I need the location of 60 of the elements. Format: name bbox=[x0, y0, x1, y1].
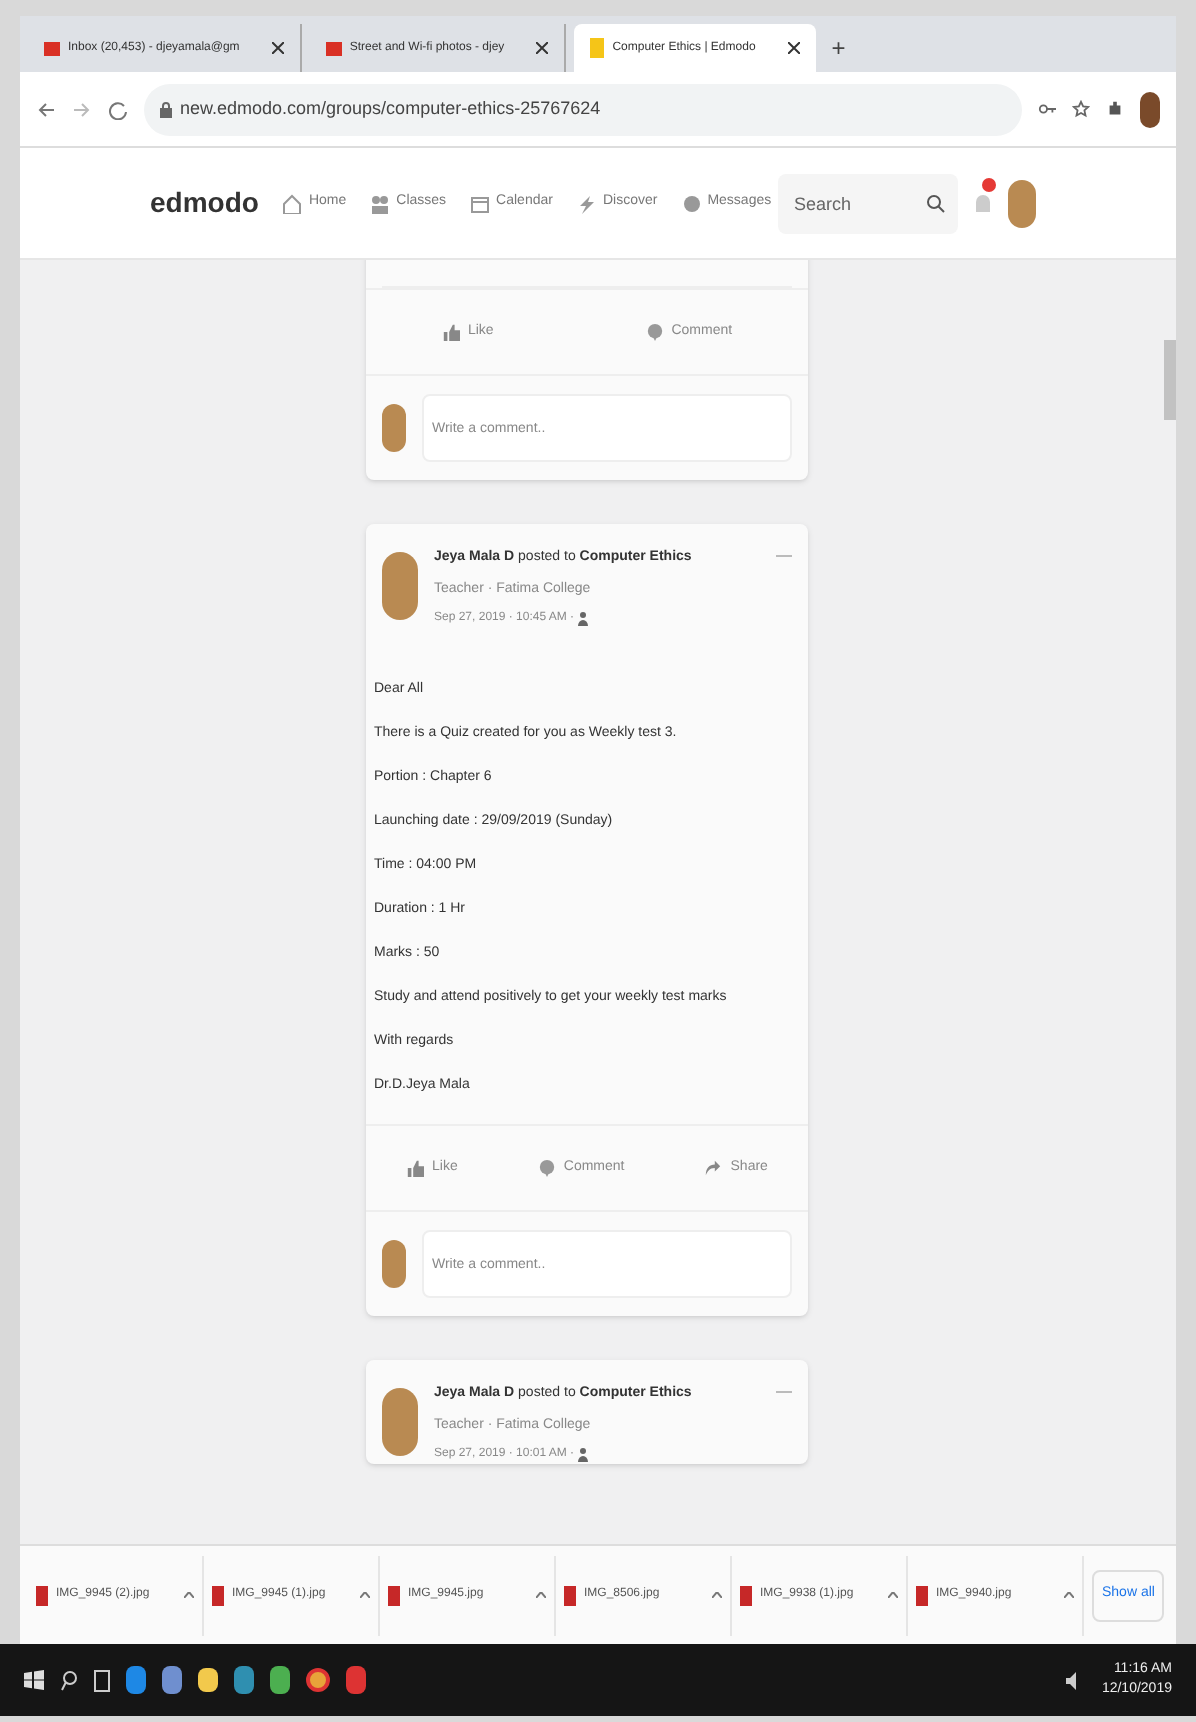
app-icon[interactable] bbox=[234, 1666, 254, 1694]
url-text: new.edmodo.com/groups/computer-ethics-25767624 bbox=[180, 95, 601, 122]
back-icon[interactable] bbox=[36, 99, 56, 119]
caret-icon[interactable] bbox=[536, 1592, 546, 1598]
folder-icon[interactable] bbox=[198, 1668, 218, 1692]
puzzle-icon[interactable] bbox=[1106, 100, 1124, 118]
close-tab-icon[interactable] bbox=[271, 42, 284, 54]
reload-icon[interactable] bbox=[108, 99, 128, 119]
thumbs-up-icon bbox=[406, 1158, 425, 1178]
chat-bubble-icon bbox=[681, 193, 702, 213]
mail-icon bbox=[325, 41, 342, 55]
comment-icon bbox=[645, 322, 664, 342]
star-icon[interactable] bbox=[1072, 100, 1090, 118]
comment-icon bbox=[537, 1158, 556, 1178]
caret-icon[interactable] bbox=[712, 1592, 722, 1598]
calendar-icon bbox=[470, 193, 491, 213]
file-icon bbox=[916, 1585, 928, 1605]
search-icon[interactable] bbox=[926, 193, 946, 213]
person-icon bbox=[578, 612, 589, 626]
caret-icon[interactable] bbox=[1064, 1592, 1074, 1598]
caret-icon[interactable] bbox=[888, 1592, 898, 1598]
edmodo-logo[interactable]: edmodo bbox=[150, 182, 259, 224]
windows-icon[interactable] bbox=[24, 1670, 44, 1690]
avatar bbox=[382, 1388, 418, 1456]
scrollbar-thumb[interactable] bbox=[1164, 340, 1176, 420]
house-icon bbox=[282, 193, 303, 213]
bell-icon[interactable] bbox=[974, 189, 992, 217]
key-icon[interactable] bbox=[1038, 100, 1056, 118]
person-icon bbox=[578, 1448, 589, 1462]
file-icon bbox=[212, 1585, 224, 1605]
share-icon bbox=[704, 1158, 723, 1178]
people-icon bbox=[370, 193, 391, 213]
caret-icon[interactable] bbox=[360, 1592, 370, 1598]
thumbs-up-icon bbox=[441, 322, 460, 342]
lightning-icon bbox=[576, 193, 597, 213]
browser-icon[interactable] bbox=[306, 1668, 330, 1692]
file-icon bbox=[36, 1585, 48, 1605]
file-icon bbox=[564, 1585, 576, 1605]
search-field[interactable]: Search bbox=[778, 173, 958, 233]
close-tab-icon[interactable] bbox=[787, 42, 800, 54]
task-view-icon[interactable] bbox=[94, 1669, 110, 1691]
caret-icon[interactable] bbox=[184, 1592, 194, 1598]
app-icon[interactable] bbox=[162, 1666, 182, 1694]
user-avatar[interactable] bbox=[1008, 179, 1036, 227]
mail-icon bbox=[44, 41, 60, 55]
file-icon bbox=[388, 1585, 400, 1605]
new-tab-button[interactable]: + bbox=[823, 24, 854, 72]
address-bar[interactable]: new.edmodo.com/groups/computer-ethics-25767624 bbox=[144, 83, 1022, 135]
avatar bbox=[382, 1240, 406, 1288]
app-icon[interactable] bbox=[126, 1666, 146, 1694]
avatar bbox=[382, 552, 418, 620]
edmodo-icon bbox=[590, 38, 605, 58]
search-icon[interactable] bbox=[60, 1669, 78, 1691]
lock-icon bbox=[160, 101, 172, 117]
avatar bbox=[382, 404, 406, 452]
app-icon[interactable] bbox=[346, 1666, 366, 1694]
file-icon bbox=[740, 1585, 752, 1605]
app-icon[interactable] bbox=[270, 1666, 290, 1694]
close-tab-icon[interactable] bbox=[536, 42, 549, 54]
profile-avatar[interactable] bbox=[1140, 91, 1160, 127]
